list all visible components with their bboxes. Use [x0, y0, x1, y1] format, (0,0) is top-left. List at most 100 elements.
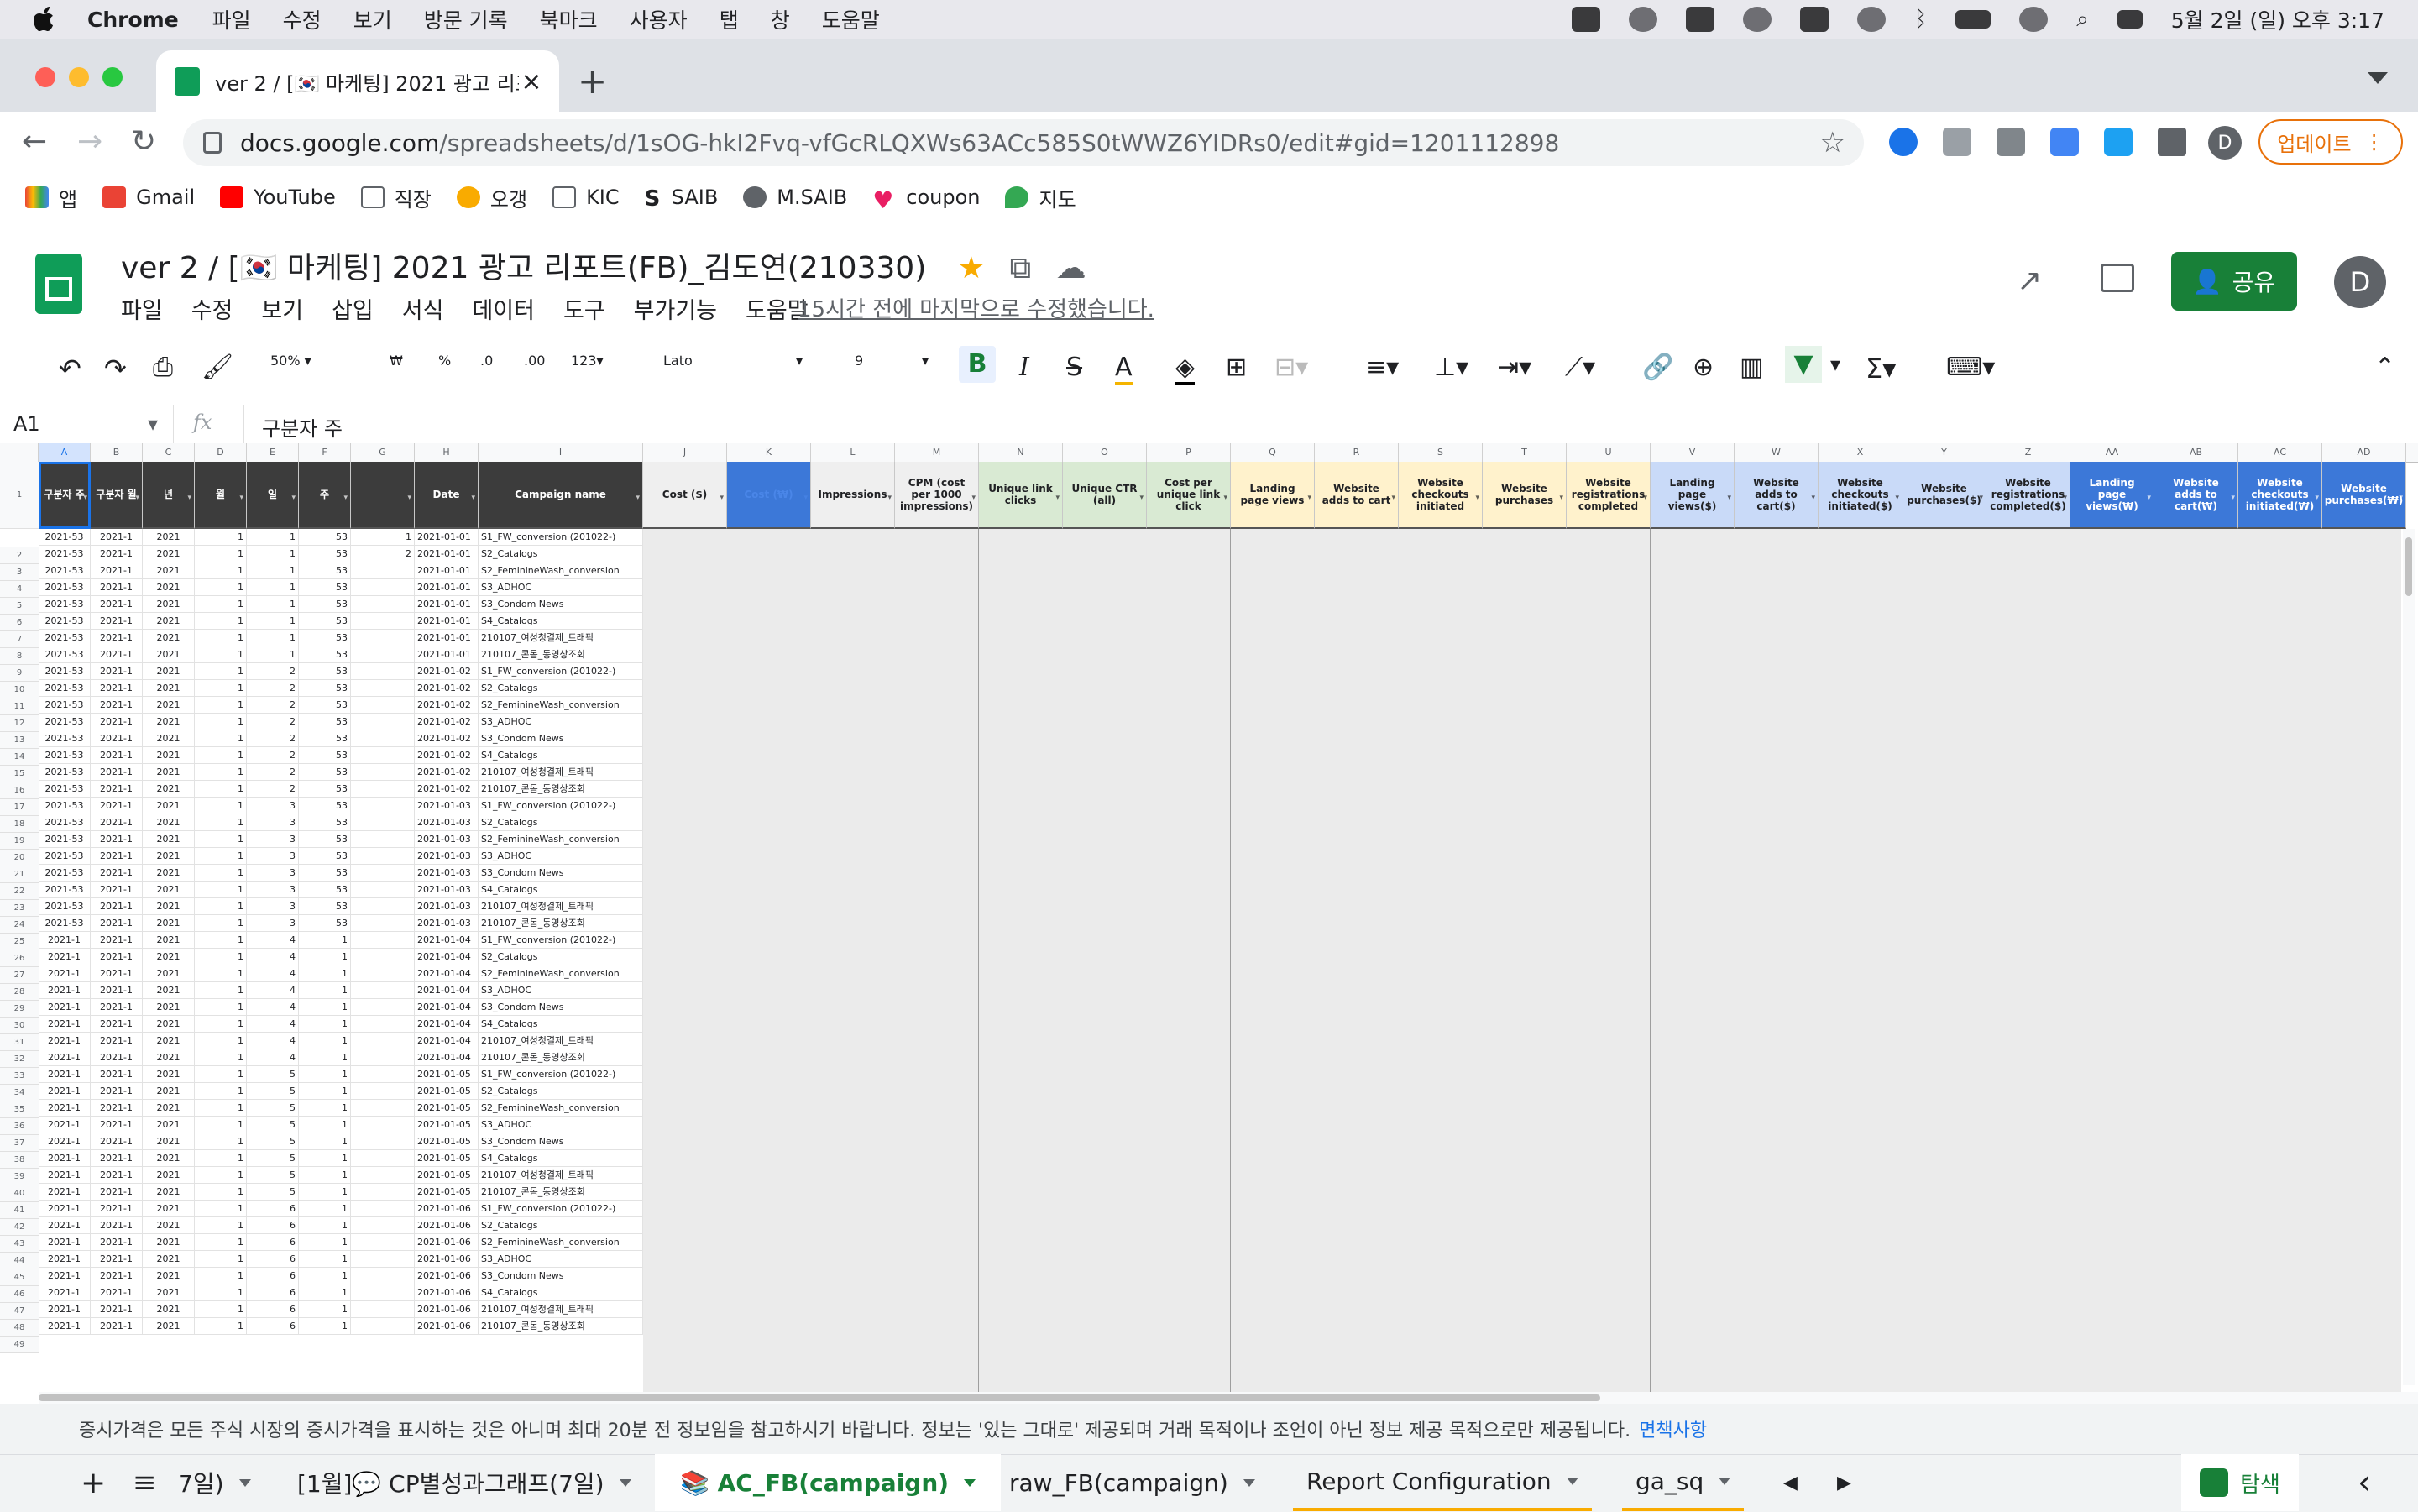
- document-title[interactable]: ver 2 / [🇰🇷 마케팅] 2021 광고 리포트(FB)_김도연(210…: [121, 243, 1086, 287]
- table-cell[interactable]: 2021-1: [91, 714, 143, 730]
- table-cell[interactable]: 2021-1: [91, 747, 143, 764]
- tab-close-icon[interactable]: ×: [519, 67, 544, 97]
- table-cell[interactable]: 53: [299, 882, 351, 898]
- table-cell[interactable]: S2_Catalogs: [479, 546, 643, 562]
- table-cell[interactable]: 2021-01-06: [415, 1268, 479, 1284]
- table-cell[interactable]: [351, 1167, 415, 1184]
- table-cell[interactable]: 53: [299, 596, 351, 613]
- table-cell[interactable]: 1: [195, 546, 247, 562]
- table-cell[interactable]: S3_ADHOC: [479, 1251, 643, 1268]
- table-cell[interactable]: 1: [247, 596, 299, 613]
- row-number[interactable]: 49: [0, 1337, 39, 1353]
- row-number[interactable]: 8: [0, 648, 39, 665]
- table-cell[interactable]: [351, 999, 415, 1016]
- column-header-k[interactable]: K: [727, 443, 811, 462]
- table-cell[interactable]: 2021-01-04: [415, 1049, 479, 1066]
- table-cell[interactable]: 53: [299, 562, 351, 579]
- table-cell[interactable]: 2021-01-01: [415, 529, 479, 546]
- table-cell[interactable]: 1: [195, 965, 247, 982]
- table-cell[interactable]: 1: [195, 1217, 247, 1234]
- table-cell[interactable]: 2021-1: [91, 764, 143, 781]
- filter-icon[interactable]: ▾: [343, 492, 348, 504]
- table-cell[interactable]: 1: [195, 764, 247, 781]
- table-cell[interactable]: 3: [247, 915, 299, 932]
- table-cell[interactable]: 2021: [143, 613, 195, 630]
- table-cell[interactable]: 2021-01-02: [415, 663, 479, 680]
- horizontal-scrollbar[interactable]: [39, 1392, 2418, 1404]
- table-cell[interactable]: 2021-01-01: [415, 562, 479, 579]
- table-cell[interactable]: 4: [247, 982, 299, 999]
- table-cell[interactable]: 2021: [143, 730, 195, 747]
- table-cell[interactable]: 2021-1: [39, 1033, 91, 1049]
- filter-icon[interactable]: ▾: [971, 492, 976, 504]
- menu-help[interactable]: 도움말: [822, 4, 880, 34]
- table-cell[interactable]: S2_FeminineWash_conversion: [479, 697, 643, 714]
- row-number[interactable]: 27: [0, 967, 39, 984]
- table-cell[interactable]: 210107_여성청결제_트래픽: [479, 1033, 643, 1049]
- column-header-g[interactable]: G: [351, 443, 415, 462]
- column-header-j[interactable]: J: [643, 443, 727, 462]
- table-cell[interactable]: 53: [299, 730, 351, 747]
- cloud-saved-icon[interactable]: ☁: [1056, 251, 1086, 285]
- table-cell[interactable]: 2021-1: [91, 798, 143, 814]
- filter-icon[interactable]: ▾: [239, 492, 243, 504]
- table-cell[interactable]: 1: [195, 697, 247, 714]
- row-number[interactable]: 45: [0, 1269, 39, 1286]
- table-cell[interactable]: 2021-1: [39, 1066, 91, 1083]
- filter-icon[interactable]: ▾: [1643, 492, 1647, 504]
- table-cell[interactable]: 2021-53: [39, 781, 91, 798]
- table-cell[interactable]: 2021: [143, 1133, 195, 1150]
- column-header-x[interactable]: X: [1819, 443, 1902, 462]
- table-cell[interactable]: 1: [195, 932, 247, 949]
- header-cell[interactable]: 일 ▾: [247, 462, 299, 529]
- forward-icon[interactable]: →: [77, 124, 102, 159]
- filter-icon[interactable]: ▾: [887, 492, 892, 504]
- extension-code-icon[interactable]: [1943, 128, 1971, 156]
- table-cell[interactable]: 2021: [143, 1301, 195, 1318]
- disclaimer-link[interactable]: 면책사항: [1639, 1415, 1707, 1442]
- row-number[interactable]: 48: [0, 1320, 39, 1337]
- table-cell[interactable]: 53: [299, 764, 351, 781]
- column-header-aa[interactable]: AA: [2070, 443, 2154, 462]
- header-cell[interactable]: Cost per unique link click ▾: [1147, 462, 1231, 529]
- row-number[interactable]: 33: [0, 1068, 39, 1085]
- menu-tab[interactable]: 탭: [720, 4, 739, 34]
- table-cell[interactable]: 1: [195, 579, 247, 596]
- table-cell[interactable]: 2021-01-05: [415, 1167, 479, 1184]
- table-cell[interactable]: 5: [247, 1167, 299, 1184]
- table-cell[interactable]: [351, 663, 415, 680]
- table-cell[interactable]: 53: [299, 898, 351, 915]
- row-number[interactable]: 13: [0, 732, 39, 749]
- table-cell[interactable]: [351, 613, 415, 630]
- table-cell[interactable]: 1: [195, 814, 247, 831]
- row-number[interactable]: 25: [0, 934, 39, 950]
- table-cell[interactable]: 2021-1: [39, 1268, 91, 1284]
- bold-button[interactable]: B: [959, 346, 996, 383]
- table-cell[interactable]: 4: [247, 999, 299, 1016]
- table-cell[interactable]: 210107_여성청결제_트래픽: [479, 1301, 643, 1318]
- table-cell[interactable]: 2021-01-03: [415, 798, 479, 814]
- table-cell[interactable]: 1: [299, 1284, 351, 1301]
- undo-icon[interactable]: ↶: [59, 353, 81, 385]
- table-cell[interactable]: [351, 1184, 415, 1201]
- table-cell[interactable]: 1: [195, 1016, 247, 1033]
- table-cell[interactable]: S3_Condom News: [479, 730, 643, 747]
- table-cell[interactable]: 2021-1: [39, 1083, 91, 1100]
- table-cell[interactable]: 210107_콘돔_동영상조회: [479, 915, 643, 932]
- menu-history[interactable]: 방문 기록: [424, 4, 508, 34]
- table-cell[interactable]: 2021-1: [91, 848, 143, 865]
- table-cell[interactable]: 2021-53: [39, 882, 91, 898]
- table-cell[interactable]: 2021-53: [39, 680, 91, 697]
- table-cell[interactable]: 2021: [143, 814, 195, 831]
- header-cell[interactable]: ▾: [351, 462, 415, 529]
- table-cell[interactable]: 2021-01-03: [415, 865, 479, 882]
- table-cell[interactable]: 2021: [143, 1251, 195, 1268]
- table-cell[interactable]: 1: [195, 714, 247, 730]
- header-cell[interactable]: Website checkouts initiated($) ▾: [1819, 462, 1902, 529]
- table-cell[interactable]: 2021-53: [39, 663, 91, 680]
- table-cell[interactable]: 2021-53: [39, 562, 91, 579]
- table-cell[interactable]: S1_FW_conversion (201022-): [479, 932, 643, 949]
- table-cell[interactable]: 1: [299, 1234, 351, 1251]
- table-cell[interactable]: 210107_콘돔_동영상조회: [479, 1318, 643, 1335]
- table-cell[interactable]: 2021: [143, 663, 195, 680]
